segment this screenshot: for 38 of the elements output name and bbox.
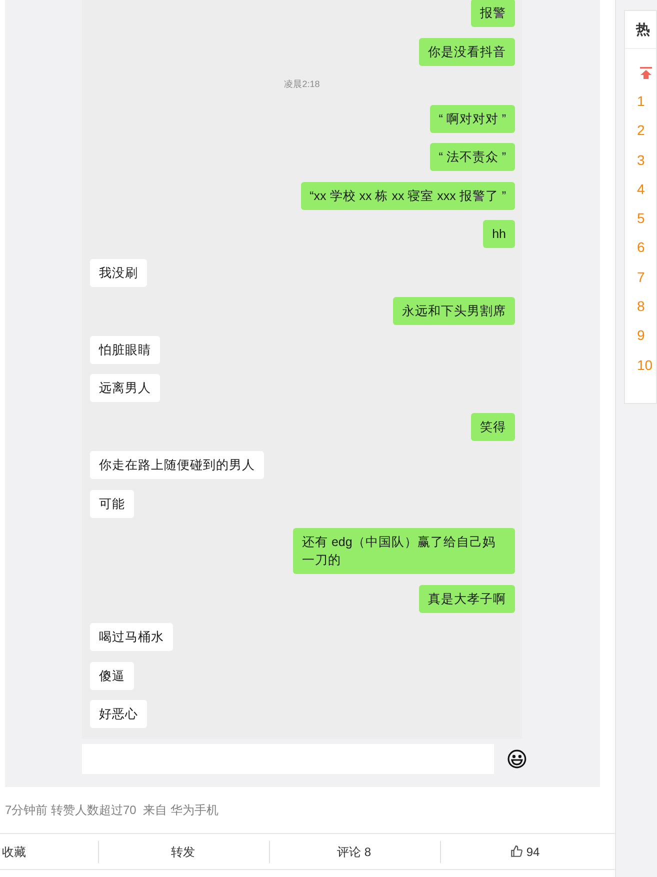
sent-message-bubble: hh [483, 220, 515, 248]
post-meta: 7分钟前 转赞人数超过70 来自 华为手机 [5, 802, 218, 819]
rank-number: 7 [637, 268, 646, 287]
rank-number: 2 [637, 121, 646, 140]
rank-number: 10 [637, 356, 654, 375]
sidebar-title: 热 [636, 20, 650, 39]
sent-message-bubble: 还有 edg（中国队）赢了给自己妈一刀的 [293, 528, 515, 574]
received-message-bubble: 好恶心 [90, 700, 147, 728]
sent-message-bubble: “ 法不责众 ” [430, 143, 515, 171]
received-message-bubble: 傻逼 [90, 662, 134, 690]
action-button[interactable]: 收藏 [2, 842, 26, 860]
received-message-bubble: 远离男人 [90, 374, 160, 402]
rank-number: 6 [637, 238, 646, 258]
sent-message-bubble: 永远和下头男割席 [393, 297, 515, 325]
sent-message-bubble: 笑得 [471, 412, 515, 440]
action-button[interactable]: 评论 8 [336, 842, 371, 860]
sent-message-bubble: “ 啊对对对 ” [430, 104, 515, 132]
rank-number: 9 [637, 326, 646, 346]
rank-number: 3 [637, 150, 646, 170]
rank-number: 1 [637, 92, 646, 111]
rank-number: 8 [637, 297, 646, 316]
received-message-bubble: 我没刷 [90, 258, 147, 286]
received-message-bubble: 可能 [90, 490, 134, 518]
pinned-arrow-icon [640, 67, 652, 79]
sent-message-bubble: 真是大孝子啊 [419, 584, 515, 612]
rank-number: 4 [637, 180, 646, 199]
timestamp: 凌晨2:18 [284, 78, 320, 92]
sent-message-bubble: “xx 学校 xx 栋 xx 寝室 xxx 报警了 ” [300, 182, 515, 210]
action-button[interactable]: 转发 [171, 842, 195, 860]
thumbs-up-icon [510, 845, 524, 858]
sent-message-bubble: 你是没看抖音 [419, 38, 515, 66]
sent-message-bubble: 报警 [471, 0, 515, 27]
like-button[interactable]: 94 [510, 842, 540, 860]
received-message-bubble: 你走在路上随便碰到的男人 [90, 451, 264, 479]
received-message-bubble: 怕脏眼睛 [90, 336, 160, 364]
rank-number: 5 [637, 209, 646, 228]
received-message-bubble: 喝过马桶水 [90, 623, 173, 651]
emoji-icon[interactable] [507, 749, 527, 769]
